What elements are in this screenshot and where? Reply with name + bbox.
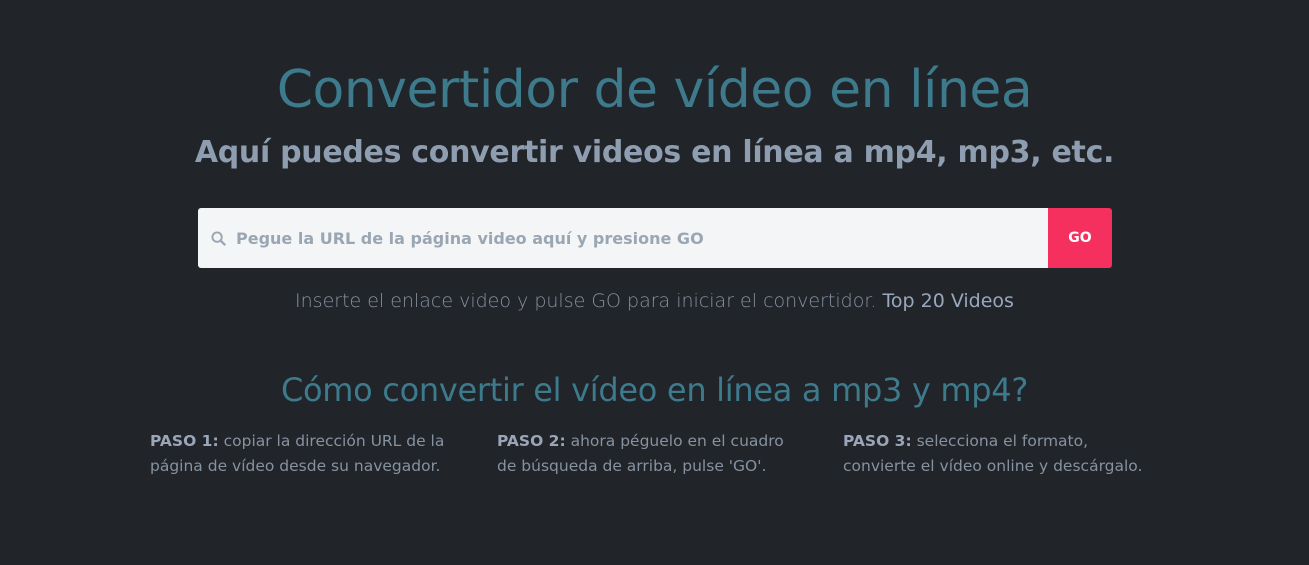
step-1: PASO 1: copiar la dirección URL de la pá… <box>150 429 450 479</box>
step-2-label: PASO 2: <box>497 432 566 450</box>
search-icon <box>210 230 226 246</box>
page-subtitle: Aquí puedes convertir videos en línea a … <box>194 135 1115 170</box>
step-3: PASO 3: selecciona el formato, convierte… <box>843 429 1143 479</box>
step-1-label: PASO 1: <box>150 432 219 450</box>
search-bar: GO <box>198 208 1112 268</box>
go-button[interactable]: GO <box>1048 208 1112 268</box>
step-3-label: PASO 3: <box>843 432 912 450</box>
helper-text: Inserte el enlace video y pulse GO para … <box>295 290 877 312</box>
search-box[interactable] <box>198 208 1048 268</box>
top-20-videos-link[interactable]: Top 20 Videos <box>883 290 1014 312</box>
url-input[interactable] <box>236 208 1048 268</box>
howto-title: Cómo convertir el vídeo en línea a mp3 y… <box>280 371 1029 409</box>
page-title: Convertidor de vídeo en línea <box>276 60 1033 120</box>
step-2: PASO 2: ahora péguelo en el cuadro de bú… <box>497 429 797 479</box>
helper-line: Inserte el enlace video y pulse GO para … <box>0 288 1309 314</box>
